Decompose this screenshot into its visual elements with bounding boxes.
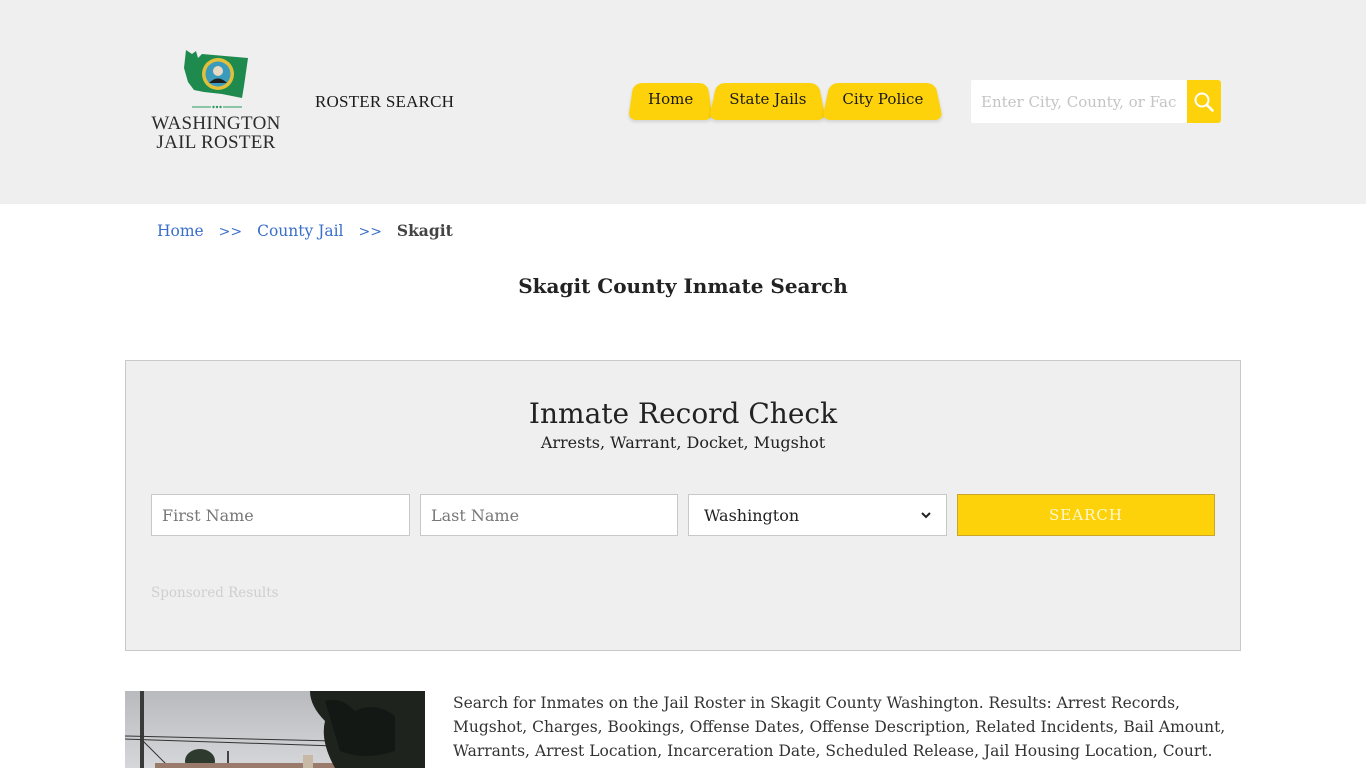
logo-divider [192, 105, 242, 109]
jail-photo [125, 691, 425, 768]
site-header: WASHINGTON JAIL ROSTER ROSTER SEARCH Hom… [0, 0, 1366, 204]
roster-search-link[interactable]: ROSTER SEARCH [315, 92, 454, 112]
breadcrumb-separator: >> [218, 224, 243, 240]
panel-subtitle: Arrests, Warrant, Docket, Mugshot [540, 433, 826, 452]
breadcrumb-separator: >> [358, 224, 382, 240]
panel-title: Inmate Record Check [528, 397, 838, 430]
site-search-input[interactable] [971, 80, 1187, 123]
logo-line-2: JAIL ROSTER [156, 132, 276, 153]
chevron-down-icon [921, 512, 931, 519]
search-icon [1194, 92, 1214, 112]
site-search-button[interactable] [1187, 80, 1221, 123]
breadcrumb-current: Skagit [396, 221, 453, 240]
nav-tab-label: City Police [842, 89, 924, 108]
first-name-input[interactable] [151, 494, 410, 536]
sponsored-results-label: Sponsored Results [151, 585, 279, 601]
state-select-value: Washington [704, 505, 800, 525]
logo-line-1: WASHINGTON [151, 113, 281, 134]
nav-tab-city-police[interactable]: City Police [822, 77, 943, 120]
breadcrumb: Home >> County Jail >> Skagit [157, 221, 453, 240]
site-search [971, 80, 1221, 123]
nav-tab-label: Home [648, 89, 694, 108]
nav-tab-label: State Jails [729, 89, 807, 108]
state-select[interactable]: Washington [688, 494, 947, 536]
page-title: Skagit County Inmate Search [518, 274, 848, 298]
main-nav: Home State Jails City Police [628, 77, 939, 121]
inmate-record-check-panel: Inmate Record Check Arrests, Warrant, Do… [125, 360, 1241, 651]
jail-photo-image [125, 691, 425, 768]
breadcrumb-county-jail[interactable]: County Jail [257, 222, 343, 240]
search-button[interactable]: SEARCH [957, 494, 1215, 536]
last-name-input[interactable] [420, 494, 678, 536]
page-description: Search for Inmates on the Jail Roster in… [453, 694, 1226, 760]
washington-map-icon [184, 50, 248, 98]
nav-tab-home[interactable]: Home [628, 77, 713, 120]
logo-text: WASHINGTON JAIL ROSTER [148, 114, 284, 152]
breadcrumb-home[interactable]: Home [157, 222, 204, 240]
site-logo[interactable]: WASHINGTON JAIL ROSTER [148, 44, 288, 159]
nav-tab-state-jails[interactable]: State Jails [709, 77, 826, 120]
